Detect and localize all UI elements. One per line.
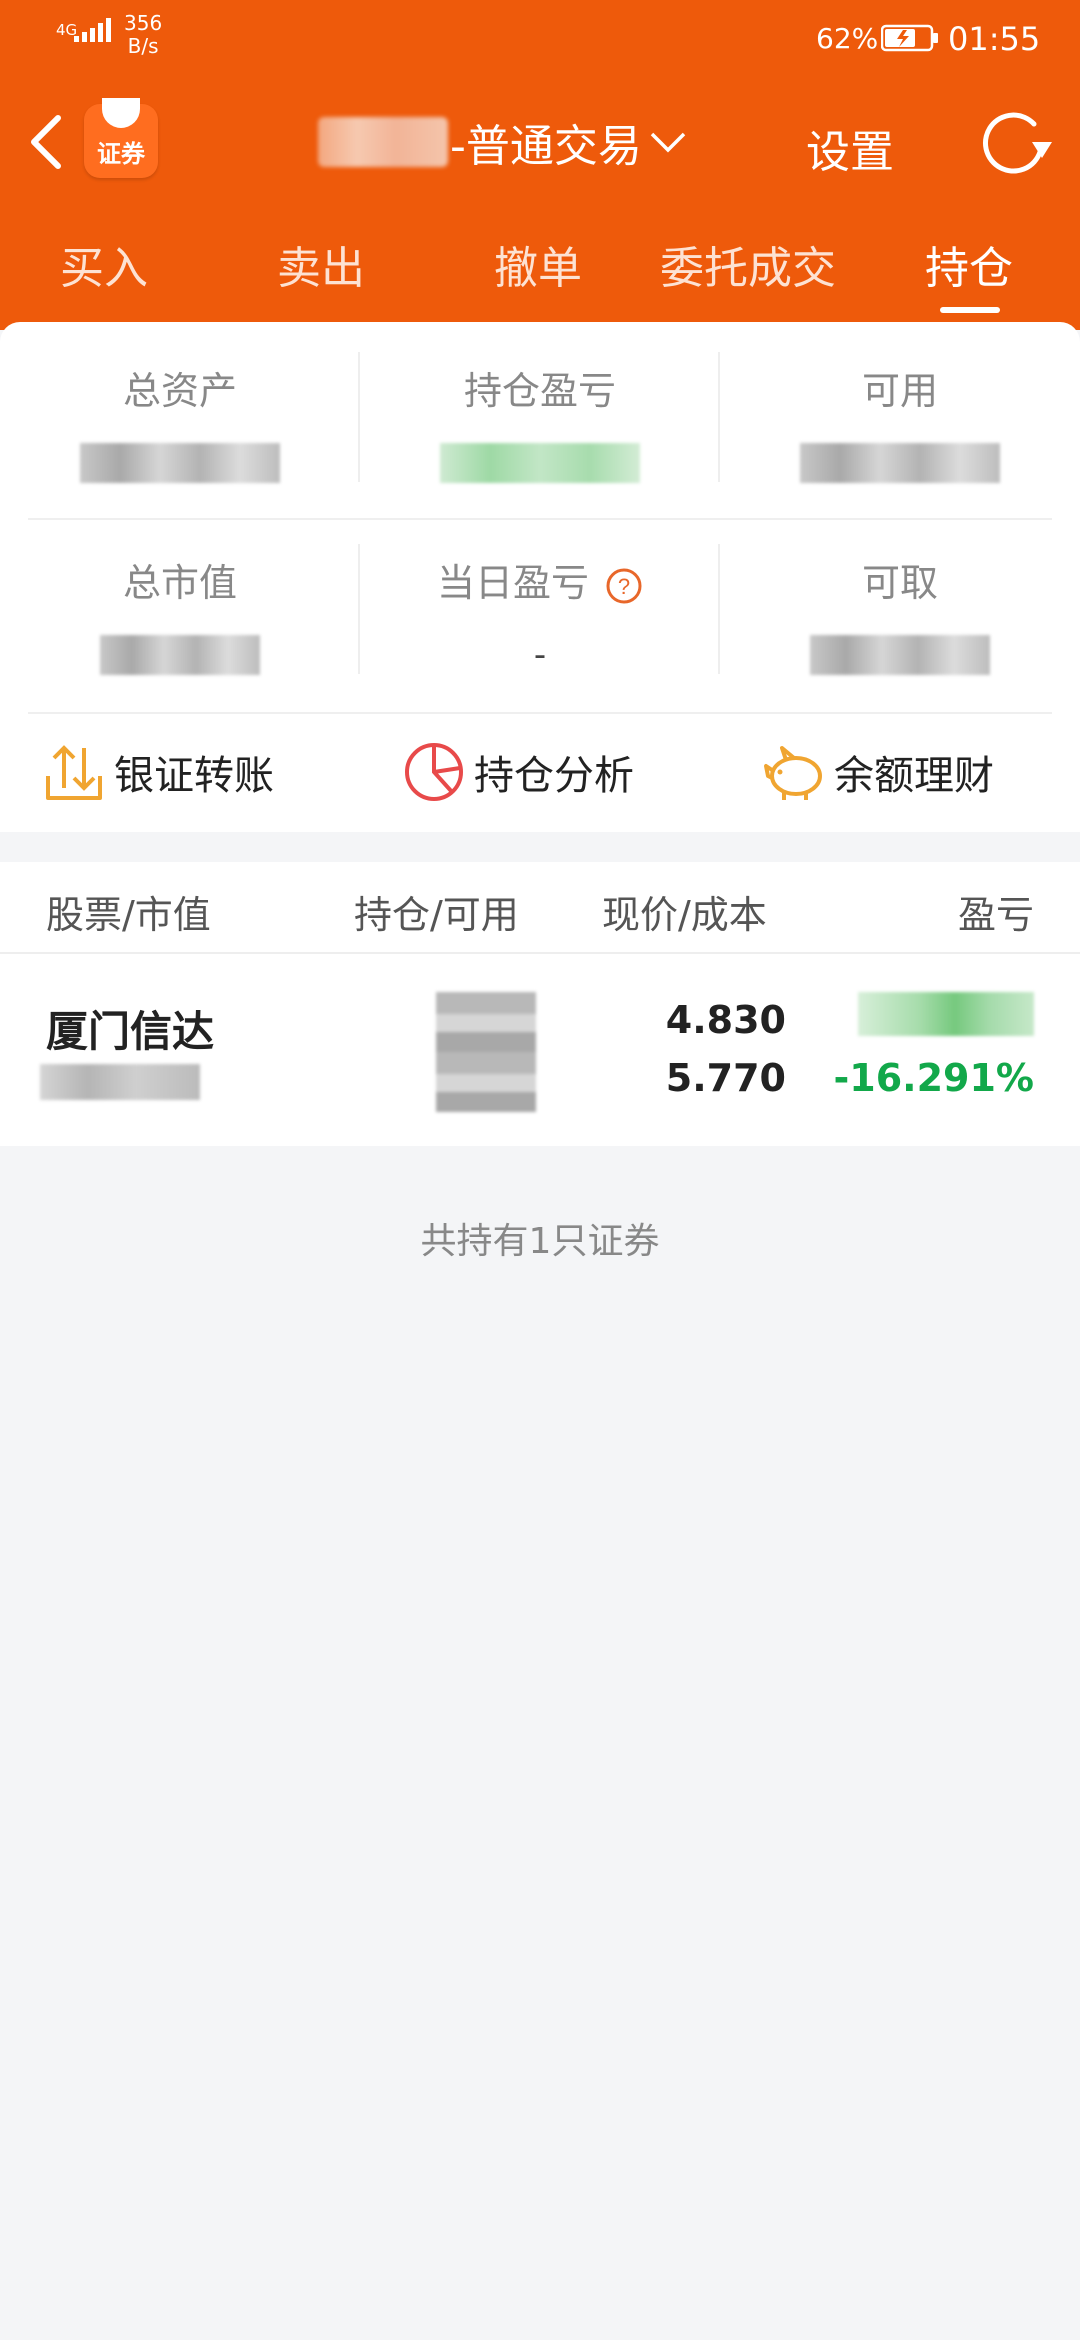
divider bbox=[718, 352, 720, 482]
col-holding-available: 持仓/可用 bbox=[354, 893, 519, 937]
holdings-count-note: 共持有1只证券 bbox=[420, 1221, 660, 1262]
daily-pl: 当日盈亏 ? - bbox=[360, 552, 720, 675]
position-analysis-button[interactable]: 持仓分析 bbox=[402, 740, 634, 804]
active-tab-indicator bbox=[940, 307, 1000, 313]
pl-amount-blurred bbox=[858, 992, 1034, 1036]
position-pl-value-blurred bbox=[440, 443, 640, 483]
available-value-blurred bbox=[800, 443, 1000, 483]
tab-sell[interactable]: 卖出 bbox=[277, 232, 365, 296]
tab-positions[interactable]: 持仓 bbox=[925, 232, 1013, 296]
available-funds: 可用 bbox=[720, 360, 1080, 483]
divider bbox=[28, 712, 1052, 714]
withdrawable-value-blurred bbox=[810, 635, 990, 675]
market-value-label: 总市值 bbox=[122, 561, 237, 605]
nav-title: -普通交易 bbox=[450, 121, 642, 172]
table-row[interactable]: 厦门信达 4.830 5.770 -16.291% bbox=[0, 954, 1080, 1146]
signal-icon bbox=[74, 18, 111, 42]
nav-bar: 证券 -普通交易 设置 bbox=[0, 90, 1080, 200]
holdings-table-header: 股票/市值 持仓/可用 现价/成本 盈亏 bbox=[0, 862, 1080, 954]
col-stock-value: 股票/市值 bbox=[46, 893, 211, 937]
market-value-blurred bbox=[40, 1064, 200, 1100]
tab-buy[interactable]: 买入 bbox=[60, 232, 148, 296]
stock-name: 厦门信达 bbox=[46, 1007, 215, 1056]
pie-chart-icon bbox=[405, 743, 463, 801]
chevron-down-icon bbox=[650, 132, 686, 153]
speed-value: 356 bbox=[124, 11, 163, 35]
available-label: 可用 bbox=[861, 369, 938, 413]
speed-unit: B/s bbox=[127, 34, 159, 58]
tab-cancel-order[interactable]: 撤单 bbox=[494, 232, 582, 296]
pl-percent: -16.291% bbox=[833, 1056, 1034, 1100]
divider bbox=[358, 352, 360, 482]
status-bar: 4G 356 B/s 62% 01:55 bbox=[0, 0, 1080, 75]
divider bbox=[358, 544, 360, 674]
bank-transfer-button[interactable]: 银证转账 bbox=[42, 740, 274, 804]
withdrawable-label: 可取 bbox=[861, 561, 938, 605]
total-market-value: 总市值 bbox=[0, 552, 360, 675]
clock: 01:55 bbox=[948, 20, 1041, 58]
position-pl: 持仓盈亏 bbox=[360, 360, 720, 483]
settings-button[interactable]: 设置 bbox=[806, 116, 894, 180]
logo-text: 证券 bbox=[97, 140, 145, 168]
holding-available-blurred bbox=[436, 992, 536, 1112]
refresh-icon[interactable] bbox=[978, 110, 1054, 180]
market-value-blurred bbox=[100, 635, 260, 675]
trade-tabs: 买入 卖出 撤单 委托成交 持仓 bbox=[0, 232, 1080, 322]
divider bbox=[718, 544, 720, 674]
total-assets: 总资产 bbox=[0, 360, 360, 483]
help-icon[interactable]: ? bbox=[605, 567, 643, 605]
logo-mark bbox=[102, 98, 140, 128]
col-profit-loss: 盈亏 bbox=[957, 893, 1034, 937]
total-assets-label: 总资产 bbox=[122, 369, 237, 413]
svg-text:?: ? bbox=[618, 574, 630, 599]
daily-pl-label: 当日盈亏 bbox=[436, 561, 589, 605]
withdrawable-funds: 可取 bbox=[720, 552, 1080, 675]
tab-orders-trades[interactable]: 委托成交 bbox=[660, 232, 836, 296]
current-price: 4.830 bbox=[665, 998, 786, 1042]
piggy-bank-icon bbox=[764, 746, 822, 800]
daily-pl-value: - bbox=[533, 635, 547, 675]
daily-pl-label-wrap: 当日盈亏 ? bbox=[360, 552, 720, 607]
total-assets-value-blurred bbox=[80, 443, 280, 483]
transfer-icon bbox=[46, 745, 102, 800]
battery-icon bbox=[881, 24, 938, 52]
transfer-label: 银证转账 bbox=[114, 753, 274, 799]
cost-price: 5.770 bbox=[665, 1056, 786, 1100]
wealth-label: 余额理财 bbox=[834, 753, 994, 799]
back-arrow-icon[interactable] bbox=[28, 114, 64, 170]
blurred-broker-name bbox=[318, 117, 448, 167]
section-gap bbox=[0, 832, 1080, 862]
analysis-label: 持仓分析 bbox=[474, 753, 634, 799]
battery-percent: 62% bbox=[816, 22, 879, 55]
position-pl-label: 持仓盈亏 bbox=[463, 369, 616, 413]
balance-wealth-button[interactable]: 余额理财 bbox=[762, 740, 994, 804]
network-speed: 356 B/s bbox=[124, 12, 162, 58]
col-price-cost: 现价/成本 bbox=[602, 893, 767, 937]
broker-logo: 证券 bbox=[84, 98, 158, 178]
app-header: 4G 356 B/s 62% 01:55 证券 -普通交易 设置 买入 卖出 撤… bbox=[0, 0, 1080, 330]
account-selector[interactable]: -普通交易 bbox=[318, 112, 686, 172]
divider bbox=[28, 518, 1052, 520]
